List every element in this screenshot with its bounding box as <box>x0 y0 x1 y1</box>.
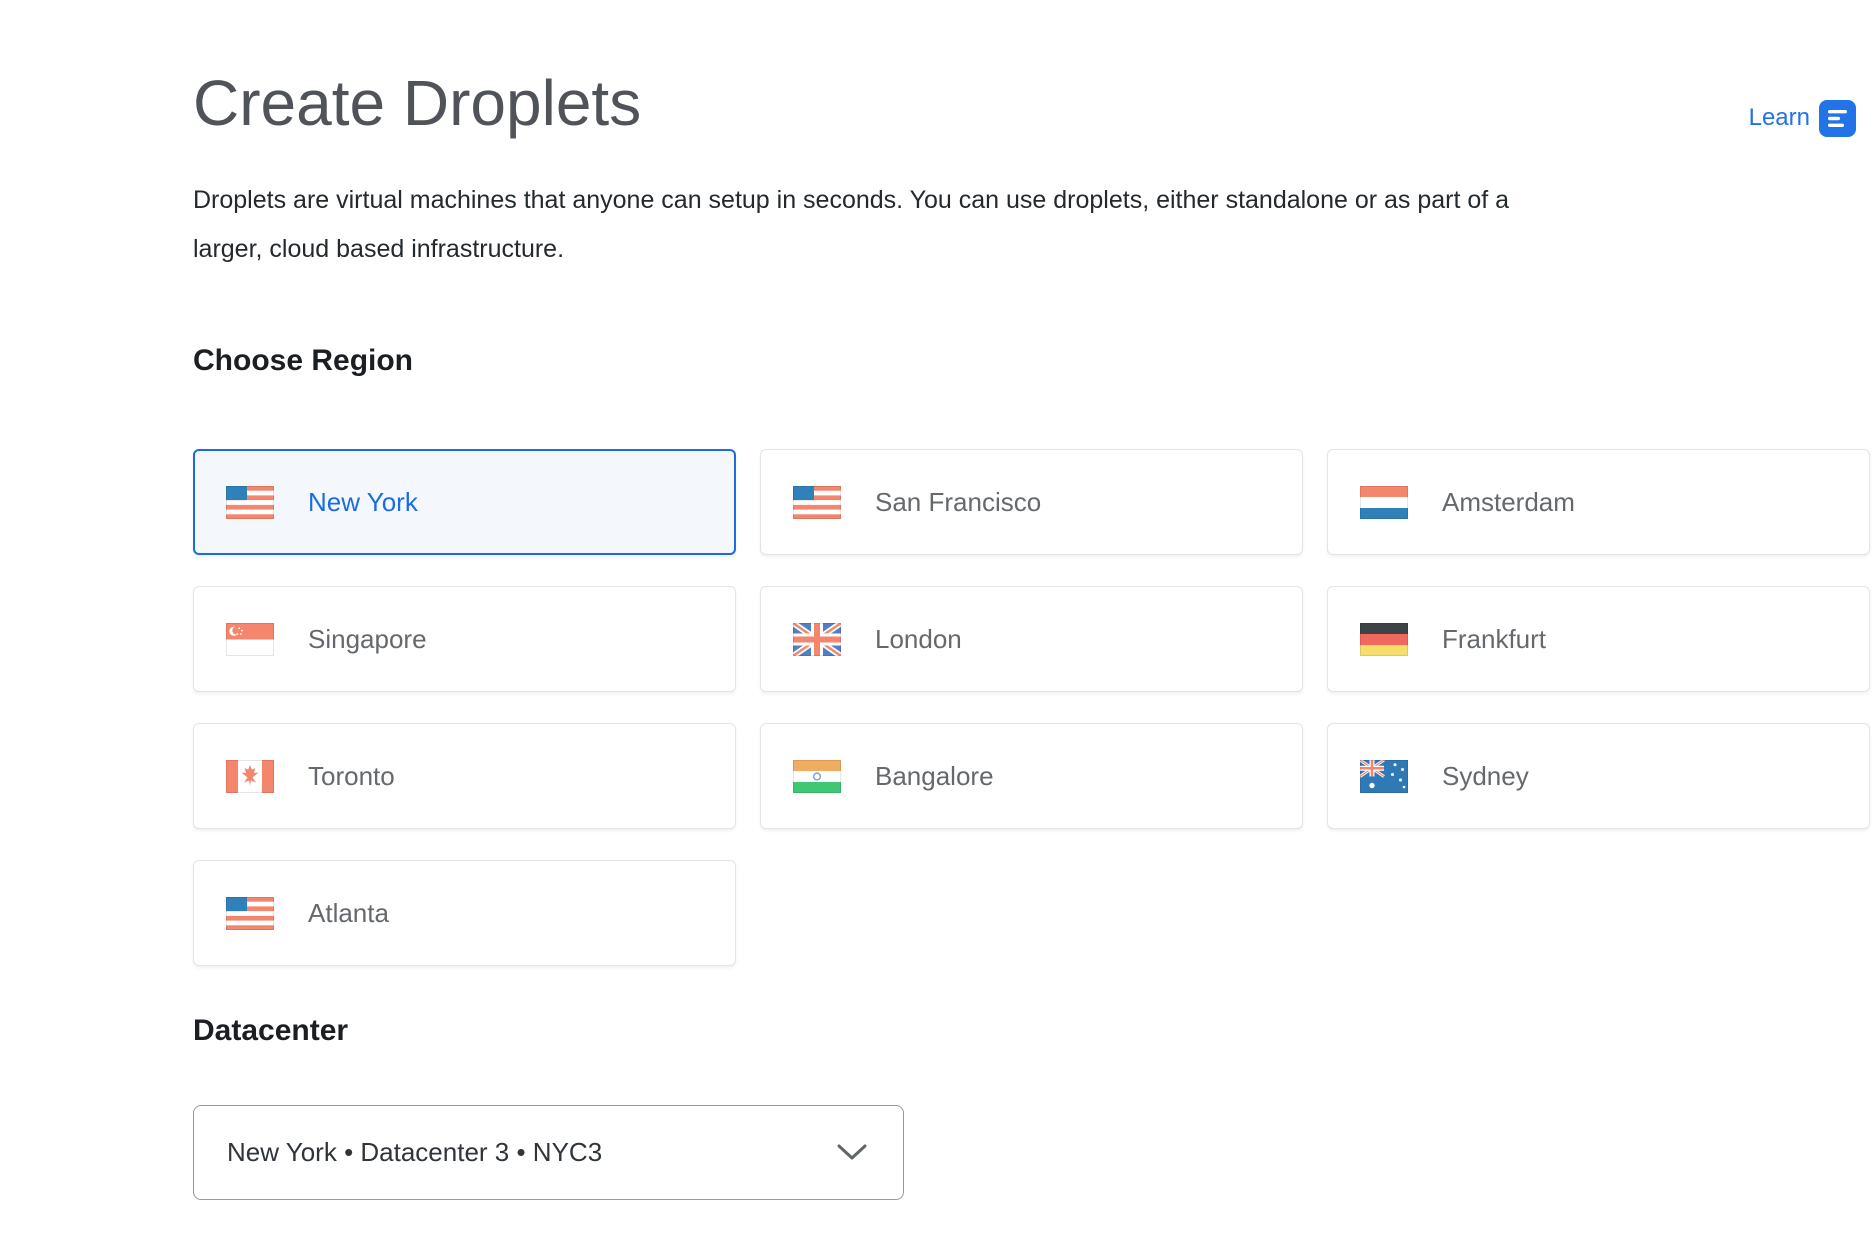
region-label: Amsterdam <box>1442 487 1575 518</box>
region-label: Sydney <box>1442 761 1529 792</box>
description-line-2: larger, cloud based infrastructure. <box>193 235 564 263</box>
learn-docs-icon <box>1819 100 1856 137</box>
region-card-toronto[interactable]: Toronto <box>193 723 736 829</box>
region-card-bangalore[interactable]: Bangalore <box>760 723 1303 829</box>
page-title: Create Droplets <box>193 66 641 140</box>
flag-icon-in <box>793 760 841 793</box>
flag-icon-us <box>793 486 841 519</box>
flag-icon-au <box>1360 760 1408 793</box>
region-label: New York <box>308 487 418 518</box>
region-card-amsterdam[interactable]: Amsterdam <box>1327 449 1870 555</box>
flag-icon-sg <box>226 623 274 656</box>
region-label: Toronto <box>308 761 395 792</box>
flag-icon-nl <box>1360 486 1408 519</box>
chevron-down-icon <box>837 1144 867 1161</box>
region-label: Atlanta <box>308 898 389 929</box>
region-card-atlanta[interactable]: Atlanta <box>193 860 736 966</box>
flag-icon-us <box>226 486 274 519</box>
region-label: Bangalore <box>875 761 994 792</box>
datacenter-select[interactable]: New York • Datacenter 3 • NYC3 <box>193 1105 904 1200</box>
datacenter-heading: Datacenter <box>193 1014 348 1048</box>
flag-icon-ca <box>226 760 274 793</box>
region-label: Singapore <box>308 624 427 655</box>
region-card-san-francisco[interactable]: San Francisco <box>760 449 1303 555</box>
choose-region-heading: Choose Region <box>193 344 413 378</box>
region-card-frankfurt[interactable]: Frankfurt <box>1327 586 1870 692</box>
create-droplets-page: Create Droplets Learn Droplets are virtu… <box>0 0 1876 1236</box>
region-card-london[interactable]: London <box>760 586 1303 692</box>
page-description: Droplets are virtual machines that anyon… <box>193 176 1876 274</box>
region-label: London <box>875 624 962 655</box>
region-grid: New York San Francisco Amsterdam Singapore L… <box>193 449 1870 966</box>
region-label: San Francisco <box>875 487 1041 518</box>
region-card-new-york[interactable]: New York <box>193 449 736 555</box>
datacenter-select-value: New York • Datacenter 3 • NYC3 <box>227 1137 837 1168</box>
learn-link[interactable]: Learn <box>1749 99 1856 137</box>
flag-icon-de <box>1360 623 1408 656</box>
description-line-1: Droplets are virtual machines that anyon… <box>193 186 1509 214</box>
learn-link-label: Learn <box>1749 104 1810 132</box>
flag-icon-us <box>226 897 274 930</box>
region-card-singapore[interactable]: Singapore <box>193 586 736 692</box>
region-card-sydney[interactable]: Sydney <box>1327 723 1870 829</box>
region-label: Frankfurt <box>1442 624 1546 655</box>
flag-icon-uk <box>793 623 841 656</box>
